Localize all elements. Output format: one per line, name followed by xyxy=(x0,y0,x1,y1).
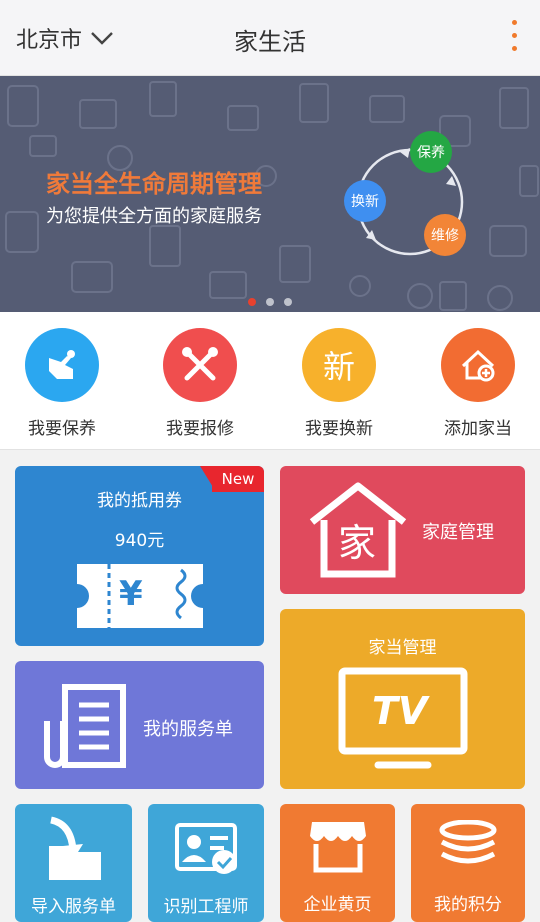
banner-pagination xyxy=(0,298,540,306)
import-orders-tile[interactable]: 导入服务单 xyxy=(15,804,132,922)
replace-label: 我要换新 xyxy=(305,419,373,439)
folder-import-icon xyxy=(49,816,101,880)
voucher-tile[interactable]: New 我的抵用券 940元 ¥ xyxy=(15,466,264,646)
import-orders-label: 导入服务单 xyxy=(31,897,116,917)
add-household-label: 添加家当 xyxy=(444,419,512,439)
cycle-replace-badge: 换新 xyxy=(344,180,386,222)
jia-glyph: 家 xyxy=(338,521,377,565)
coins-stack-icon xyxy=(439,820,497,864)
tools-icon xyxy=(163,328,237,402)
replace-button[interactable]: 新 我要换新 xyxy=(289,328,389,439)
top-bar: 北京市 家生活 xyxy=(0,0,540,76)
promo-banner[interactable]: 家当全生命周期管理 为您提供全方面的家庭服务 xyxy=(0,76,540,312)
page-title: 家生活 xyxy=(234,28,306,56)
cycle-repair-badge: 维修 xyxy=(424,214,466,256)
document-icon xyxy=(44,684,126,768)
voucher-amount: 940元 xyxy=(114,531,165,551)
my-points-tile[interactable]: 我的积分 xyxy=(411,804,525,922)
identify-engineer-tile[interactable]: 识别工程师 xyxy=(148,804,264,922)
hand-wrench-icon xyxy=(25,328,99,402)
banner-dot-3[interactable] xyxy=(284,298,292,306)
family-management-label: 家庭管理 xyxy=(422,522,494,543)
tv-glyph: TV xyxy=(372,689,428,733)
add-household-button[interactable]: 添加家当 xyxy=(428,328,528,439)
cycle-maintain-badge: 保养 xyxy=(410,131,452,173)
banner-dot-1[interactable] xyxy=(248,298,256,306)
id-card-check-icon xyxy=(175,823,237,874)
banner-title: 家当全生命周期管理 xyxy=(46,170,262,198)
storefront-icon xyxy=(310,822,366,873)
maintain-label: 我要保养 xyxy=(28,419,96,439)
more-menu-icon[interactable] xyxy=(510,20,518,56)
voucher-title: 我的抵用券 xyxy=(97,491,182,511)
house-plus-icon xyxy=(441,328,515,402)
quick-actions: 我要保养 我要报修 新 我要换新 添加家当 xyxy=(0,312,540,450)
banner-subtitle: 为您提供全方面的家庭服务 xyxy=(46,206,262,227)
family-management-tile[interactable]: 家 家庭管理 xyxy=(280,466,525,594)
my-points-label: 我的积分 xyxy=(434,895,502,915)
banner-dot-2[interactable] xyxy=(266,298,274,306)
repair-label: 我要报修 xyxy=(166,419,234,439)
repair-button[interactable]: 我要报修 xyxy=(150,328,250,439)
maintain-button[interactable]: 我要保养 xyxy=(12,328,112,439)
service-orders-label: 我的服务单 xyxy=(143,719,233,740)
yellow-pages-label: 企业黄页 xyxy=(303,895,372,915)
service-orders-tile[interactable]: 我的服务单 xyxy=(15,661,264,789)
identify-engineer-label: 识别工程师 xyxy=(163,897,249,917)
yellow-pages-tile[interactable]: 企业黄页 xyxy=(280,804,395,922)
new-char-icon: 新 xyxy=(302,328,376,402)
household-items-tile[interactable]: 家当管理 TV xyxy=(280,609,525,789)
yen-symbol: ¥ xyxy=(119,574,143,614)
household-items-label: 家当管理 xyxy=(368,638,437,658)
